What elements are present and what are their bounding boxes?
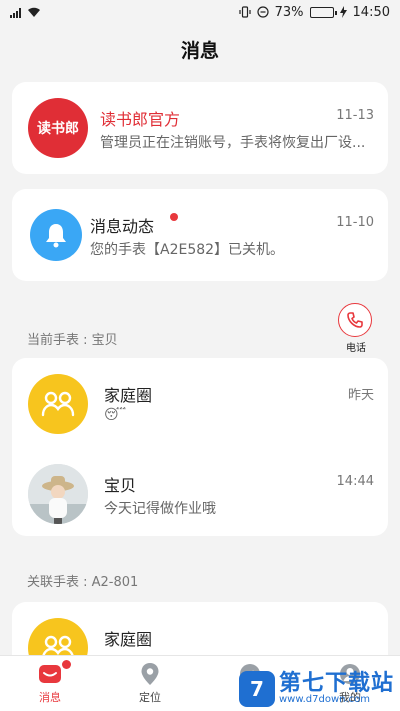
battery-icon (309, 6, 337, 18)
tab-location[interactable]: 定位 (100, 656, 200, 711)
linked-family-title: 家庭圈 (104, 630, 153, 649)
signal-icon (10, 7, 21, 18)
tab-label: 发现 (239, 691, 261, 704)
official-subtitle: 管理员正在注销账号，手表将恢复出厂设... (100, 135, 366, 151)
baby-title: 宝贝 (104, 476, 137, 495)
baby-avatar (28, 464, 88, 524)
charging-icon (339, 6, 347, 18)
notification-card[interactable]: 消息动态 您的手表【A2E582】已关机。 11-10 (12, 189, 388, 281)
profile-icon (338, 662, 362, 686)
family-time: 昨天 (347, 388, 374, 403)
tab-label: 定位 (139, 691, 161, 704)
location-pin-icon (138, 662, 162, 686)
family-icon (41, 391, 75, 417)
official-message-card[interactable]: 读书郎 读书郎官方 管理员正在注销账号，手表将恢复出厂设... 11-13 (12, 82, 388, 174)
tab-mine[interactable]: 我的 (300, 656, 400, 711)
official-avatar: 读书郎 (28, 98, 88, 158)
family-avatar (28, 374, 88, 434)
baby-time: 14:44 (336, 474, 374, 489)
linked-watch-label: 关联手表 : A2-801 (27, 575, 139, 590)
official-time: 11-13 (336, 108, 374, 123)
compass-icon (238, 662, 262, 686)
notification-time: 11-10 (336, 215, 374, 230)
tab-messages[interactable]: 消息 (0, 656, 100, 711)
family-last-message: 😴 (104, 407, 127, 423)
status-bar: 73% 14:50 (0, 0, 400, 24)
tab-label: 我的 (339, 691, 361, 704)
tab-label: 消息 (39, 691, 61, 704)
baby-last-message: 今天记得做作业哦 (104, 501, 216, 517)
bell-icon (46, 224, 66, 248)
phone-icon (338, 303, 372, 337)
message-icon (38, 662, 62, 686)
current-watch-card: 家庭圈 😴 昨天 宝贝 今天记得做作业哦 14:44 (12, 358, 388, 536)
family-circle-row[interactable]: 家庭圈 😴 昨天 (12, 358, 388, 450)
unread-dot (170, 213, 178, 221)
unread-dot (62, 660, 71, 669)
battery-percent: 73% (274, 4, 304, 20)
family-title: 家庭圈 (104, 386, 153, 405)
official-title: 读书郎官方 (100, 110, 181, 129)
wifi-icon (28, 7, 40, 17)
bell-avatar (30, 209, 82, 261)
current-watch-label: 当前手表 : 宝贝 (27, 333, 118, 348)
vibrate-icon (239, 6, 251, 18)
page-title: 消息 (180, 40, 219, 62)
official-logo-text: 读书郎 (37, 121, 79, 137)
clock: 14:50 (352, 4, 390, 20)
dnd-icon (257, 6, 269, 18)
call-label: 电话 (346, 343, 366, 354)
notification-subtitle: 您的手表【A2E582】已关机。 (90, 242, 285, 258)
tab-discover[interactable]: 发现 (200, 656, 300, 711)
baby-row[interactable]: 宝贝 今天记得做作业哦 14:44 (12, 448, 388, 540)
notification-title: 消息动态 (90, 217, 155, 236)
call-button[interactable]: 电话 (338, 303, 374, 354)
bottom-tab-bar: 消息 定位 发现 我的 (0, 655, 400, 711)
